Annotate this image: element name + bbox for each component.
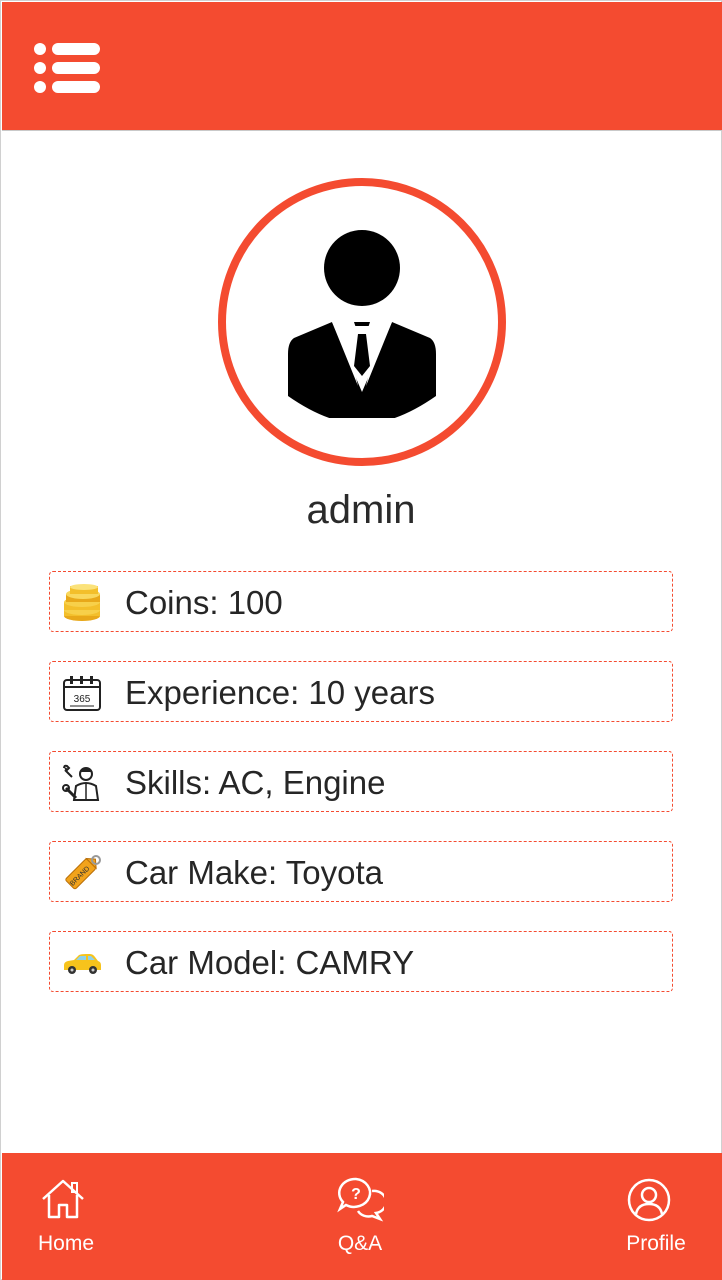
- svg-text:?: ?: [351, 1186, 361, 1203]
- menu-button[interactable]: [32, 40, 104, 96]
- tab-qa-label: Q&A: [337, 1232, 383, 1255]
- tab-home-label: Home: [37, 1232, 95, 1255]
- tab-home[interactable]: Home: [26, 1153, 106, 1280]
- profile-icon: [627, 1178, 671, 1222]
- tab-qa[interactable]: ? Q&A: [320, 1153, 400, 1280]
- info-card-car-make: BRAND Car Make: Toyota: [49, 841, 673, 902]
- tab-profile[interactable]: Profile: [616, 1153, 696, 1280]
- username: admin: [306, 488, 416, 532]
- info-car-model-text: Car Model: CAMRY: [125, 944, 415, 981]
- car-icon: [64, 954, 101, 974]
- info-skills-text: Skills: AC, Engine: [125, 764, 386, 801]
- list-menu-icon: [34, 43, 100, 93]
- mechanic-icon: [62, 764, 100, 801]
- info-coins-text: Coins: 100: [125, 584, 283, 621]
- info-card-experience: 365 Experience: 10 years: [49, 661, 673, 722]
- brand-tag-icon: BRAND: [65, 855, 101, 890]
- bottom-tab-bar: Home ? Q&A Profile: [2, 1153, 722, 1280]
- info-card-skills: Skills: AC, Engine: [49, 751, 673, 812]
- coins-icon: [64, 584, 100, 621]
- info-card-car-model: Car Model: CAMRY: [49, 931, 673, 992]
- app-header: [2, 2, 722, 131]
- tab-profile-label: Profile: [626, 1232, 686, 1255]
- info-car-make-text: Car Make: Toyota: [125, 854, 384, 891]
- info-experience-text: Experience: 10 years: [125, 674, 436, 711]
- calendar-365-icon: 365: [63, 676, 101, 711]
- qa-icon: ?: [337, 1177, 384, 1222]
- avatar[interactable]: [218, 178, 506, 466]
- svg-text:365: 365: [74, 694, 91, 705]
- user-avatar-icon: [288, 230, 436, 418]
- info-card-coins: Coins: 100: [49, 571, 673, 632]
- home-icon: [42, 1179, 84, 1219]
